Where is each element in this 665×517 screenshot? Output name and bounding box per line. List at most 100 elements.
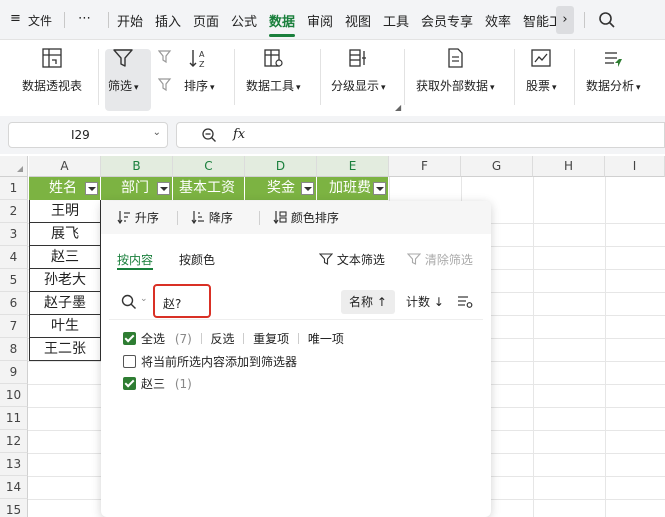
header-cell-name[interactable]: 姓名 bbox=[29, 177, 101, 200]
tab-by-content[interactable]: 按内容 bbox=[117, 251, 153, 268]
select-all-corner[interactable] bbox=[0, 156, 28, 177]
tab-insert[interactable]: 插入 bbox=[155, 11, 181, 30]
tab-page[interactable]: 页面 bbox=[193, 11, 219, 30]
filter-dropdown-button[interactable] bbox=[157, 182, 170, 195]
zoom-icon[interactable] bbox=[201, 127, 217, 146]
fx-icon[interactable]: fx bbox=[233, 127, 245, 142]
result-item-label[interactable]: 赵三 bbox=[141, 377, 165, 391]
filter-button[interactable]: 筛选 ▾ bbox=[108, 47, 139, 94]
header-cell-department[interactable]: 部门 bbox=[101, 177, 173, 200]
header-cell-overtime[interactable]: 加班费 bbox=[317, 177, 389, 200]
column-header-i[interactable]: I bbox=[605, 156, 665, 177]
svg-text:Z: Z bbox=[199, 60, 205, 69]
sort-by-count-button[interactable]: 计数 ↓ bbox=[403, 290, 447, 314]
select-all-label[interactable]: 全选 bbox=[141, 332, 165, 346]
column-header-b[interactable]: B bbox=[101, 156, 173, 177]
file-menu[interactable]: 文件 bbox=[28, 12, 52, 29]
row-header[interactable]: 14 bbox=[0, 476, 28, 499]
column-header-e[interactable]: E bbox=[317, 156, 389, 177]
name-cell[interactable]: 王二张 bbox=[29, 338, 101, 361]
add-to-filter-label[interactable]: 将当前所选内容添加到筛选器 bbox=[141, 355, 297, 369]
name-cell[interactable]: 叶生 bbox=[29, 315, 101, 338]
chevron-down-icon[interactable]: ⌄ bbox=[153, 127, 161, 138]
tab-member[interactable]: 会员专享 bbox=[421, 11, 473, 30]
column-header-a[interactable]: A bbox=[29, 156, 101, 177]
row-header[interactable]: 6 bbox=[0, 292, 28, 315]
duplicates-link[interactable]: 重复项 bbox=[253, 332, 289, 346]
clear-filter-button[interactable]: 清除筛选 bbox=[406, 251, 473, 268]
filter-dropdown-button[interactable] bbox=[373, 182, 386, 195]
filter-search-value: 赵? bbox=[163, 297, 182, 311]
result-item-checkbox[interactable] bbox=[123, 377, 136, 390]
hamburger-icon[interactable]: ≡ bbox=[10, 11, 21, 26]
row-header[interactable]: 15 bbox=[0, 499, 28, 517]
filter-dropdown-button[interactable] bbox=[85, 182, 98, 195]
filter-dropdown-button[interactable] bbox=[301, 182, 314, 195]
column-header-g[interactable]: G bbox=[461, 156, 533, 177]
tab-smart[interactable]: 智能工 bbox=[523, 11, 556, 30]
sort-by-name-button[interactable]: 名称 ↑ bbox=[341, 290, 395, 314]
row-header[interactable]: 8 bbox=[0, 338, 28, 361]
add-to-filter-checkbox[interactable] bbox=[123, 355, 136, 368]
tab-formula[interactable]: 公式 bbox=[231, 11, 257, 30]
chevron-down-icon: ▾ bbox=[552, 83, 557, 93]
external-data-button[interactable]: 获取外部数据 ▾ bbox=[416, 47, 495, 94]
row-header[interactable]: 9 bbox=[0, 361, 28, 384]
unique-link[interactable]: 唯一项 bbox=[308, 332, 344, 346]
header-cell-base-salary[interactable]: 基本工资 bbox=[173, 177, 245, 200]
tab-tools[interactable]: 工具 bbox=[383, 11, 409, 30]
stocks-button[interactable]: 股票 ▾ bbox=[526, 47, 557, 94]
row-header[interactable]: 4 bbox=[0, 246, 28, 269]
row-header[interactable]: 10 bbox=[0, 384, 28, 407]
row-header[interactable]: 1 bbox=[0, 177, 28, 200]
menu-more-button[interactable]: › bbox=[556, 6, 574, 34]
column-header-h[interactable]: H bbox=[533, 156, 605, 177]
list-options-icon[interactable] bbox=[457, 295, 473, 312]
header-cell-bonus[interactable]: 奖金 bbox=[245, 177, 317, 200]
name-cell[interactable]: 展飞 bbox=[29, 223, 101, 246]
arrow-up-icon: ↑ bbox=[373, 295, 387, 309]
tab-efficiency[interactable]: 效率 bbox=[485, 11, 511, 30]
tab-by-color[interactable]: 按颜色 bbox=[179, 251, 215, 268]
sort-ascending-button[interactable]: 升序 bbox=[117, 209, 159, 226]
formula-input[interactable]: fx bbox=[176, 122, 665, 148]
select-all-checkbox[interactable] bbox=[123, 332, 136, 345]
row-header[interactable]: 2 bbox=[0, 200, 28, 223]
column-header-c[interactable]: C bbox=[173, 156, 245, 177]
tab-start[interactable]: 开始 bbox=[117, 11, 143, 30]
row-header[interactable]: 7 bbox=[0, 315, 28, 338]
search-icon[interactable] bbox=[598, 11, 616, 32]
tab-view[interactable]: 视图 bbox=[345, 11, 371, 30]
sort-by-color-button[interactable]: 颜色排序 bbox=[273, 209, 339, 226]
row-header[interactable]: 3 bbox=[0, 223, 28, 246]
dialog-launcher-icon[interactable]: ◢ bbox=[395, 103, 401, 112]
row-header[interactable]: 13 bbox=[0, 453, 28, 476]
more-dots-icon[interactable]: ⋯ bbox=[78, 11, 91, 26]
outline-button[interactable]: 分级显示 ▾ bbox=[331, 47, 386, 94]
grid-line bbox=[605, 177, 606, 517]
text-filter-button[interactable]: 文本筛选 bbox=[318, 251, 385, 268]
name-cell[interactable]: 孙老大 bbox=[29, 269, 101, 292]
tab-review[interactable]: 审阅 bbox=[307, 11, 333, 30]
column-header-f[interactable]: F bbox=[389, 156, 461, 177]
advanced-filter-icon[interactable] bbox=[158, 77, 174, 93]
name-cell[interactable]: 赵三 bbox=[29, 246, 101, 269]
column-header-d[interactable]: D bbox=[245, 156, 317, 177]
chevron-down-icon: ▾ bbox=[296, 83, 301, 93]
invert-selection-link[interactable]: 反选 bbox=[211, 332, 235, 346]
search-options-chevron-icon[interactable]: ⌄ bbox=[140, 294, 148, 304]
name-box[interactable]: I29 ⌄ bbox=[8, 122, 168, 148]
tab-data[interactable]: 数据 bbox=[269, 11, 295, 30]
name-cell[interactable]: 赵子墨 bbox=[29, 292, 101, 315]
data-analysis-button[interactable]: 数据分析 ▾ bbox=[586, 47, 641, 94]
sort-descending-button[interactable]: 降序 bbox=[191, 209, 233, 226]
name-cell[interactable]: 王明 bbox=[29, 200, 101, 223]
filter-search-input[interactable]: 赵? bbox=[153, 284, 211, 318]
sort-button[interactable]: AZ 排序 ▾ bbox=[184, 47, 215, 94]
data-tools-button[interactable]: 数据工具 ▾ bbox=[246, 47, 301, 94]
pivot-table-button[interactable]: 数据透视表 bbox=[22, 47, 82, 94]
row-header[interactable]: 11 bbox=[0, 407, 28, 430]
row-header[interactable]: 12 bbox=[0, 430, 28, 453]
row-header[interactable]: 5 bbox=[0, 269, 28, 292]
reapply-filter-icon[interactable] bbox=[158, 49, 174, 65]
